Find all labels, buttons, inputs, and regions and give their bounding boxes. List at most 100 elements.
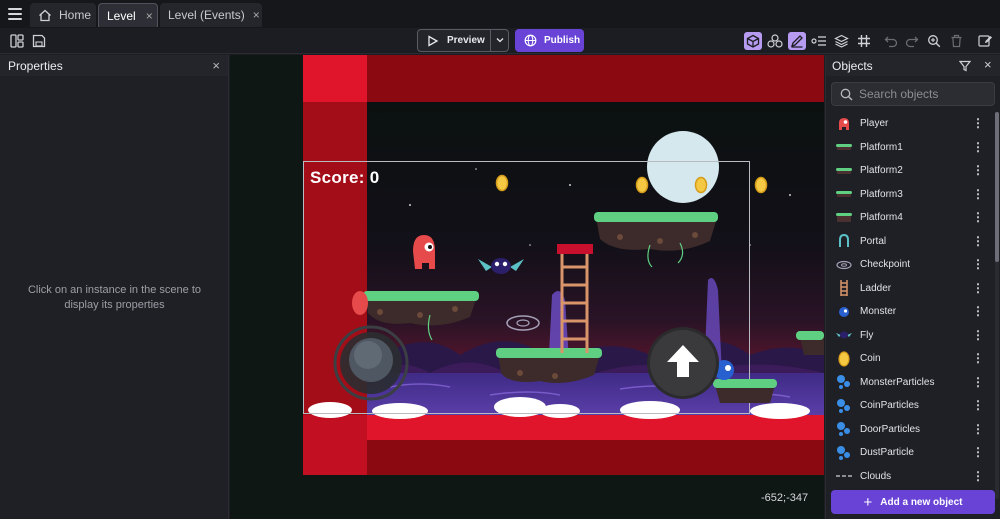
more-icon[interactable]: ⋮ xyxy=(972,422,984,436)
monster-icon xyxy=(836,304,852,320)
chevron-down-icon[interactable] xyxy=(495,33,505,47)
tab-level-events[interactable]: Level (Events) × xyxy=(160,3,262,27)
scene-canvas[interactable]: Score: 0 -652;-347 xyxy=(230,55,824,519)
tab-label: Level (Events) xyxy=(168,8,245,22)
preview-label: Preview xyxy=(447,35,485,46)
instances-list-icon[interactable] xyxy=(810,32,828,50)
list-item-monster[interactable]: Monster ⋮ xyxy=(826,300,994,324)
tab-label: Home xyxy=(59,8,92,22)
list-item-platform3[interactable]: Platform3 ⋮ xyxy=(826,183,994,207)
home-icon xyxy=(39,9,51,21)
list-item-ladder[interactable]: Ladder ⋮ xyxy=(826,277,994,301)
more-icon[interactable]: ⋮ xyxy=(972,445,984,459)
more-icon[interactable]: ⋮ xyxy=(972,187,984,201)
grid-icon[interactable] xyxy=(855,32,873,50)
list-item-platform1[interactable]: Platform1 ⋮ xyxy=(826,136,994,160)
more-icon[interactable]: ⋮ xyxy=(972,351,984,365)
search-icon xyxy=(840,88,853,100)
close-icon[interactable]: × xyxy=(146,9,153,23)
preview-button[interactable]: Preview xyxy=(417,29,509,52)
add-object-button[interactable]: + Add a new object xyxy=(831,490,995,514)
coin-icon xyxy=(836,351,852,367)
tab-level[interactable]: Level × xyxy=(98,3,158,27)
list-item-clouds[interactable]: Clouds ⋮ xyxy=(826,465,994,489)
object-icon[interactable] xyxy=(744,32,762,50)
publish-button[interactable]: Publish xyxy=(515,29,584,52)
list-item-coin[interactable]: Coin ⋮ xyxy=(826,347,994,371)
platform-icon xyxy=(836,210,852,226)
list-item-checkpoint[interactable]: Checkpoint ⋮ xyxy=(826,253,994,277)
particles-icon xyxy=(836,421,852,437)
virtual-joystick[interactable] xyxy=(333,325,409,401)
fly-icon xyxy=(836,327,852,343)
redo-icon[interactable] xyxy=(903,32,921,50)
objects-panel: Objects × Player ⋮ Platform1 ⋮ Platform2… xyxy=(825,55,1000,519)
undo-icon[interactable] xyxy=(882,32,900,50)
jump-button[interactable] xyxy=(647,327,719,399)
properties-empty-message: Click on an instance in the scene to dis… xyxy=(27,284,202,311)
menu-icon[interactable] xyxy=(8,8,22,20)
more-icon[interactable]: ⋮ xyxy=(972,375,984,389)
trash-icon[interactable] xyxy=(947,32,965,50)
tab-bar: Home Level × Level (Events) × xyxy=(0,0,1000,28)
add-object-label: Add a new object xyxy=(880,496,963,508)
plus-icon: + xyxy=(863,493,873,511)
properties-header: Properties × xyxy=(0,55,228,76)
more-icon[interactable]: ⋮ xyxy=(972,116,984,130)
particles-icon xyxy=(836,398,852,414)
list-item-fly[interactable]: Fly ⋮ xyxy=(826,324,994,348)
list-item-player[interactable]: Player ⋮ xyxy=(826,112,994,136)
more-icon[interactable]: ⋮ xyxy=(972,304,984,318)
edit-scene-icon[interactable] xyxy=(976,32,994,50)
more-icon[interactable]: ⋮ xyxy=(972,210,984,224)
more-icon[interactable]: ⋮ xyxy=(972,257,984,271)
cursor-coordinates: -652;-347 xyxy=(757,490,813,506)
more-icon[interactable]: ⋮ xyxy=(972,281,984,295)
close-icon[interactable]: × xyxy=(984,57,992,72)
objects-list: Player ⋮ Platform1 ⋮ Platform2 ⋮ Platfor… xyxy=(826,112,994,488)
list-item-platform2[interactable]: Platform2 ⋮ xyxy=(826,159,994,183)
list-item-dustparticle[interactable]: DustParticle ⋮ xyxy=(826,441,994,465)
list-item-doorparticles[interactable]: DoorParticles ⋮ xyxy=(826,418,994,442)
zoom-icon[interactable] xyxy=(925,32,943,50)
ladder-icon xyxy=(836,280,852,297)
more-icon[interactable]: ⋮ xyxy=(972,398,984,412)
objects-scrollbar[interactable] xyxy=(995,112,999,499)
object-groups-icon[interactable] xyxy=(766,32,784,50)
close-icon[interactable]: × xyxy=(253,8,260,22)
platform-right-low[interactable] xyxy=(713,379,777,403)
edit-properties-icon[interactable] xyxy=(788,32,806,50)
player-icon xyxy=(836,116,852,132)
platform-icon xyxy=(836,186,852,202)
more-icon[interactable]: ⋮ xyxy=(972,140,984,154)
platform-upper-right[interactable] xyxy=(594,212,718,251)
objects-title: Objects xyxy=(832,58,873,73)
search-input[interactable] xyxy=(859,87,979,101)
list-item-coinparticles[interactable]: CoinParticles ⋮ xyxy=(826,394,994,418)
search-box[interactable] xyxy=(831,82,995,106)
more-icon[interactable]: ⋮ xyxy=(972,328,984,342)
score-text: Score: 0 xyxy=(310,168,380,187)
more-icon[interactable]: ⋮ xyxy=(972,163,984,177)
layers-icon[interactable] xyxy=(832,32,850,50)
globe-icon xyxy=(524,34,537,47)
moon xyxy=(647,131,719,203)
filter-icon[interactable] xyxy=(959,60,971,72)
tab-home[interactable]: Home xyxy=(30,3,96,27)
list-item-portal[interactable]: Portal ⋮ xyxy=(826,230,994,254)
checkpoint-icon xyxy=(836,257,852,273)
enemy-sprite[interactable] xyxy=(352,291,368,315)
scene-render[interactable] xyxy=(230,55,824,519)
platform-icon xyxy=(836,163,852,179)
more-icon[interactable]: ⋮ xyxy=(972,234,984,248)
more-icon[interactable]: ⋮ xyxy=(972,469,984,483)
list-item-platform4[interactable]: Platform4 ⋮ xyxy=(826,206,994,230)
portal-icon xyxy=(836,233,852,249)
particles-icon xyxy=(836,445,852,461)
close-icon[interactable]: × xyxy=(212,58,220,73)
layout-icon[interactable] xyxy=(8,32,26,50)
platform-icon xyxy=(836,139,852,155)
save-icon[interactable] xyxy=(30,32,48,50)
list-item-monsterparticles[interactable]: MonsterParticles ⋮ xyxy=(826,371,994,395)
platform-center[interactable] xyxy=(496,348,602,383)
